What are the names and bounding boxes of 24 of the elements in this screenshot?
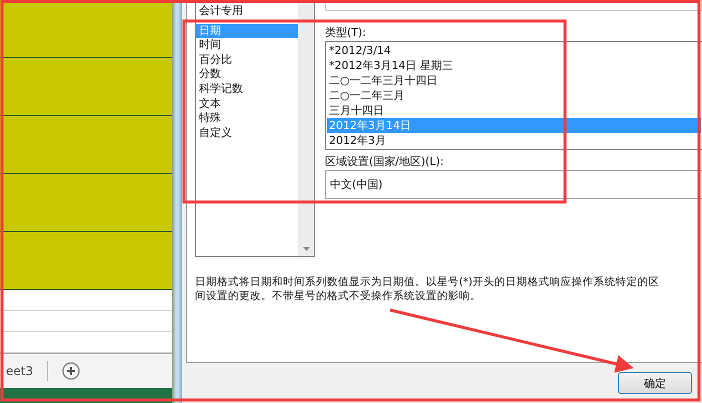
sheet-tab[interactable]: eet3 [6, 364, 34, 378]
category-item[interactable]: 会计专用 [196, 4, 298, 19]
category-item[interactable]: 分数 [196, 67, 298, 82]
description-text: 日期格式将日期和时间系列数值显示为日期值。以星号(*)开头的日期格式响应操作系统特定的区 [195, 275, 660, 289]
region-dropdown[interactable]: 中文(中国) [325, 170, 702, 199]
type-item[interactable]: *2012/3/14 [327, 43, 701, 58]
type-label: 类型(T): [325, 25, 368, 41]
category-item[interactable]: 文本 [196, 96, 298, 112]
description-text: 间设置的更改。不带星号的格式不受操作系统设置的影响。 [195, 289, 482, 303]
category-item[interactable]: 时间 [196, 38, 298, 53]
category-item[interactable]: 特殊 [196, 111, 298, 126]
type-item[interactable]: 二○一二年三月十四日 [327, 73, 701, 88]
add-sheet-icon[interactable] [62, 362, 80, 380]
category-item[interactable]: 科学记数 [196, 82, 298, 97]
type-item[interactable]: 2012年3月 [327, 133, 701, 148]
category-item[interactable]: 自定义 [196, 126, 298, 140]
scroll-down-icon[interactable] [302, 247, 310, 251]
type-item[interactable]: 三月十四日 [327, 103, 701, 118]
ok-button[interactable]: 确定 [618, 372, 692, 394]
type-item[interactable]: 二○一二年三月 [327, 88, 701, 103]
scrollbar[interactable] [298, 0, 314, 256]
category-item[interactable]: 百分比 [196, 52, 298, 68]
type-item[interactable]: *2012年3月14日 星期三 [327, 58, 701, 73]
region-label: 区域设置(国家/地区)(L): [325, 154, 445, 170]
